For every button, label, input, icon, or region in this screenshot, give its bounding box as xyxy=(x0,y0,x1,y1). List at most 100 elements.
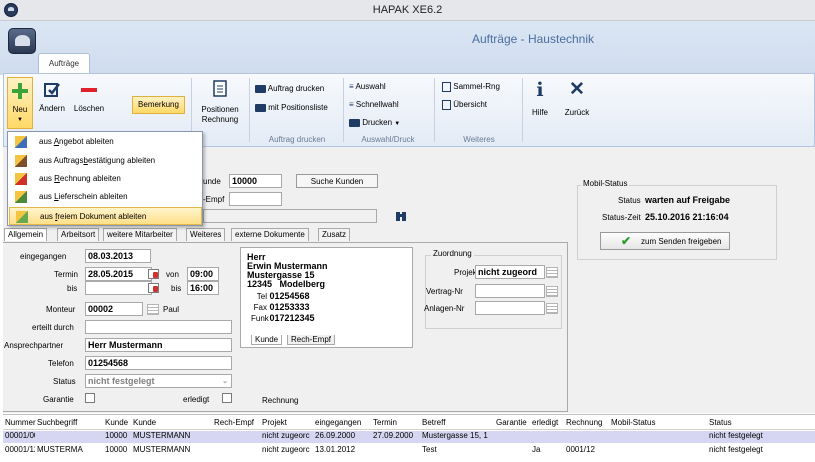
column-header[interactable]: Projekt xyxy=(262,418,287,427)
column-header[interactable]: Nummer xyxy=(5,418,36,427)
column-header[interactable]: Mobil-Status xyxy=(611,418,655,427)
cell: Ja xyxy=(532,445,541,454)
address-tab-kunde[interactable]: Kunde xyxy=(251,335,283,345)
help-button[interactable]: i Hilfe xyxy=(526,80,554,128)
anlagen-nr-input[interactable] xyxy=(475,301,545,315)
mobil-status-label: Status xyxy=(618,196,641,205)
cell: nicht festgelegt xyxy=(709,431,763,440)
column-header[interactable]: Rech-Empf xyxy=(214,418,254,427)
menu-item-aus-lieferschein[interactable]: aus Lieferschein ableiten xyxy=(9,188,202,206)
calendar-icon[interactable] xyxy=(147,282,159,293)
auswahl-button[interactable]: ≡ Auswahl xyxy=(349,82,429,92)
column-header[interactable]: eingegangen xyxy=(315,418,361,427)
schnellwahl-button[interactable]: ≡ Schnellwahl xyxy=(349,100,429,110)
cell: 10000 xyxy=(105,445,128,454)
address-tab-rech-empf[interactable]: Rech-Empf xyxy=(287,335,336,345)
cell: 26.09.2000 xyxy=(315,431,356,440)
sammel-rng-label: Sammel-Rng xyxy=(453,82,500,92)
menu-item-aus-angebot[interactable]: aus Angebot ableiten xyxy=(9,133,202,151)
tab-weiteres[interactable]: Weiteres xyxy=(186,228,226,241)
tab-externe-dokumente[interactable]: externe Dokumente xyxy=(231,228,309,241)
termin-input[interactable]: 28.05.2015 xyxy=(85,267,152,281)
calendar-icon[interactable] xyxy=(147,268,159,279)
delete-button[interactable]: Löschen xyxy=(71,77,107,129)
document-icon xyxy=(15,191,27,203)
ansprechpartner-input[interactable]: Herr Mustermann xyxy=(85,338,232,352)
auftrag-drucken-button[interactable]: Auftrag drucken xyxy=(255,84,345,94)
list-icon: ≡ xyxy=(349,82,354,91)
rechnung-label: Rechnung xyxy=(201,115,239,124)
tab-weitere-mitarbeiter[interactable]: weitere Mitarbeiter xyxy=(103,228,177,241)
uebersicht-button[interactable]: Übersicht xyxy=(442,100,522,110)
binoculars-icon[interactable] xyxy=(395,210,407,222)
document-icon xyxy=(15,173,27,185)
menu-text: aus xyxy=(39,192,55,201)
bis-time-input[interactable]: 16:00 xyxy=(187,281,219,295)
new-button[interactable]: Neu ▼ xyxy=(7,77,33,129)
column-header[interactable]: Suchbegriff xyxy=(37,418,77,427)
contact-block: Tel 01254568 Fax 01253333 Funk 017212345 xyxy=(251,291,315,324)
tab-allgemein[interactable]: Allgemein xyxy=(4,228,48,241)
column-header[interactable]: Kunde xyxy=(133,418,156,427)
menu-text: aus xyxy=(39,137,54,146)
back-button[interactable]: ✕ Zurück xyxy=(560,80,594,128)
mobil-status-value: warten auf Freigabe xyxy=(645,195,731,205)
lookup-icon[interactable] xyxy=(546,303,558,314)
plus-icon xyxy=(12,83,28,99)
zum-senden-freigeben-label: zum Senden freigeben xyxy=(641,237,722,246)
kunde-input[interactable]: 10000 xyxy=(229,174,282,188)
cell: nicht festgelegt xyxy=(709,445,763,454)
vertrag-nr-input[interactable] xyxy=(475,284,545,298)
monteur-input[interactable]: 00002 xyxy=(85,302,143,316)
projekt-input[interactable]: nicht zugeord xyxy=(475,265,545,279)
menu-item-aus-rechnung[interactable]: aus Rechnung ableiten xyxy=(9,170,202,188)
tab-zusatz[interactable]: Zusatz xyxy=(318,228,351,241)
menu-item-aus-auftragsbestaetigung[interactable]: aus Auftragsbestätigung ableiten xyxy=(9,152,202,170)
menu-item-aus-freiem-dokument[interactable]: aus freiem Dokument ableiten xyxy=(9,207,202,225)
lookup-icon[interactable] xyxy=(546,286,558,297)
mit-positionsliste-button[interactable]: mit Positionsliste xyxy=(255,103,345,113)
telefon-input[interactable]: 01254568 xyxy=(85,356,232,370)
erteilt-durch-label: erteilt durch xyxy=(32,323,74,332)
table-row[interactable]: 00001/12 MUSTERMA 10000 MUSTERMANN nicht… xyxy=(3,445,815,457)
chevron-down-icon: ⌄ xyxy=(222,378,228,385)
status-select[interactable]: nicht festgelegt ⌄ xyxy=(85,374,232,388)
bemerkung-button[interactable]: Bemerkung xyxy=(132,96,185,114)
lookup-icon[interactable] xyxy=(147,304,159,315)
lookup-icon[interactable] xyxy=(546,267,558,278)
eingegangen-input[interactable]: 08.03.2013 xyxy=(85,249,151,263)
menu-text: ngebot ableiten xyxy=(59,137,114,146)
column-header[interactable]: Kunde xyxy=(105,418,128,427)
von-time-input[interactable]: 09:00 xyxy=(187,267,219,281)
erledigt-checkbox[interactable] xyxy=(222,393,232,403)
suche-kunden-button[interactable]: Suche Kunden xyxy=(296,174,378,188)
column-header[interactable]: Termin xyxy=(373,418,397,427)
column-header[interactable]: Betreff xyxy=(422,418,445,427)
drucken-dropdown-button[interactable]: Drucken ▼ xyxy=(349,118,429,129)
anlagen-nr-label: Anlagen-Nr xyxy=(424,304,465,313)
ribbon-separator xyxy=(434,78,435,142)
cell: MUSTERMANN xyxy=(133,431,191,440)
garantie-checkbox[interactable] xyxy=(85,393,95,403)
ribbon-tab-auftraege[interactable]: Aufträge xyxy=(38,53,90,73)
column-header[interactable]: Garantie xyxy=(496,418,527,427)
help-label: Hilfe xyxy=(531,108,548,117)
vertrag-nr-label: Vertrag-Nr xyxy=(426,287,463,296)
application-menu-orb[interactable] xyxy=(8,28,36,54)
column-header[interactable]: erledigt xyxy=(532,418,558,427)
column-header[interactable]: Status xyxy=(709,418,732,427)
sammel-rng-button[interactable]: Sammel-Rng xyxy=(442,82,522,92)
edit-button[interactable]: Ändern xyxy=(35,77,69,129)
positionen-rechnung-button[interactable]: Positionen Rechnung xyxy=(196,80,244,132)
bis-date-input[interactable] xyxy=(85,281,152,295)
erteilt-durch-input[interactable] xyxy=(85,320,232,334)
status-select-value: nicht festgelegt xyxy=(88,376,155,386)
tab-arbeitsort[interactable]: Arbeitsort xyxy=(57,228,100,241)
table-row[interactable]: 00001/00 10000 MUSTERMANN nicht zugeorc … xyxy=(3,431,815,443)
zum-senden-freigeben-button[interactable]: ✔ zum Senden freigeben xyxy=(600,232,730,250)
new-label: Neu xyxy=(12,105,28,114)
delete-label: Löschen xyxy=(73,104,105,113)
column-header[interactable]: Rechnung xyxy=(566,418,602,427)
rech-empf-input[interactable] xyxy=(229,192,282,206)
tel-label: Tel xyxy=(256,292,267,301)
